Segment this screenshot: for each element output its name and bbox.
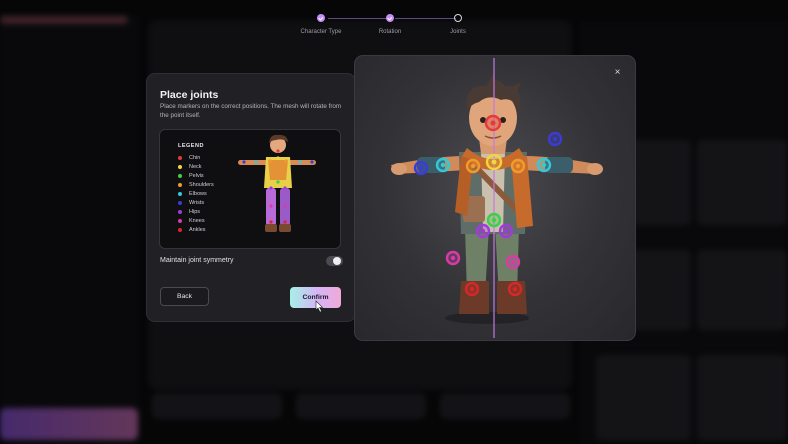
legend-list: Chin Neck Pelvis Shoulders Elbows Wrists… [178,154,214,234]
progress-stepper: Character Type Rotation Joints [300,14,480,44]
legend-swatch [178,218,182,223]
back-button[interactable]: Back [160,287,209,306]
legend-item: Wrists [178,198,214,207]
legend-item: Chin [178,154,214,163]
legend-swatch [178,183,182,188]
legend-item: Shoulders [178,181,214,190]
check-icon [386,14,394,22]
place-joints-dialog: Place joints Place markers on the correc… [146,73,356,322]
legend-swatch [178,174,182,179]
legend-swatch [178,227,182,232]
legend-item: Pelvis [178,172,214,181]
dialog-title: Place joints [160,89,219,101]
legend-item: Neck [178,163,214,172]
step-character-type: Character Type [281,14,361,35]
legend-title: LEGEND [178,143,204,149]
legend-item: Ankles [178,225,214,234]
symmetry-toggle-row: Maintain joint symmetry [160,256,343,268]
legend-swatch [178,156,182,161]
toggle-knob [333,257,341,265]
legend-item: Hips [178,207,214,216]
symmetry-toggle-label: Maintain joint symmetry [160,257,234,264]
step-joints: Joints [418,14,498,35]
dialog-description: Place markers on the correct positions. … [160,103,342,119]
current-step-icon [454,14,462,22]
character-model [391,58,603,338]
symmetry-toggle[interactable] [326,256,343,266]
legend-swatch [178,209,182,214]
legend-swatch [178,200,182,205]
legend-swatch [178,192,182,196]
legend-item: Elbows [178,190,214,199]
character-thumbnail [238,134,316,232]
legend-swatch [178,165,182,170]
joint-placement-viewport[interactable]: × [354,55,636,341]
check-icon [317,14,325,22]
legend-preview-card: LEGEND Chin Neck Pelvis Shoulders Elbows… [159,129,341,249]
cursor-icon [315,300,324,313]
legend-item: Knees [178,216,214,225]
